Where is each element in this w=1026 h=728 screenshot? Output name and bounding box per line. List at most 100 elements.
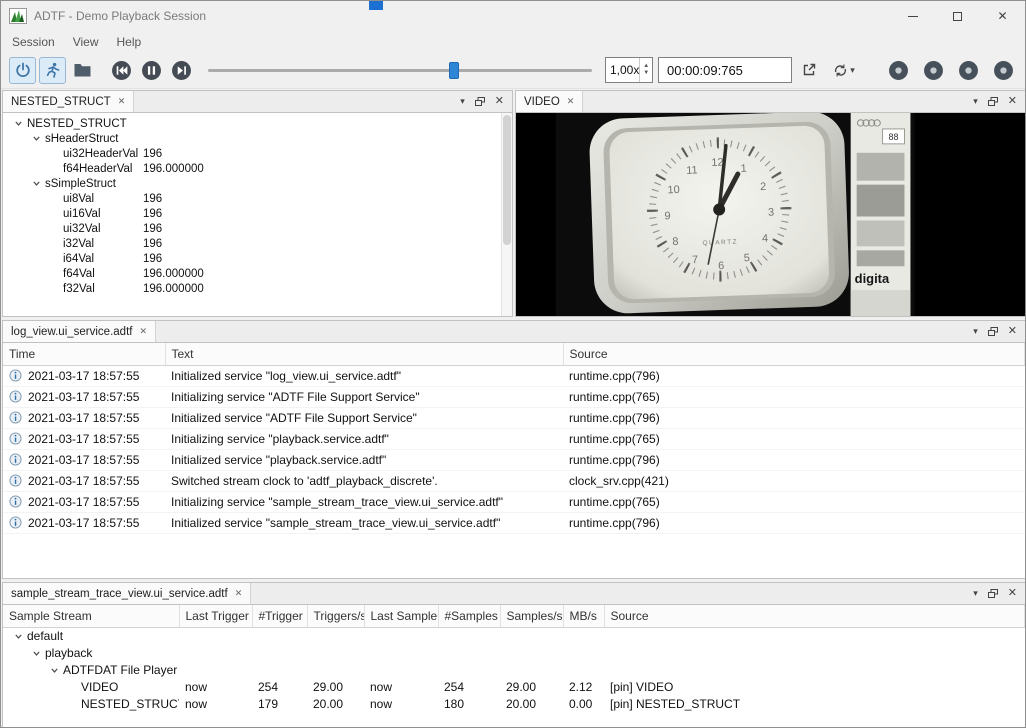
panel-menu-caret-icon[interactable]: ▾	[973, 589, 978, 598]
spin-up-icon[interactable]: ▲	[643, 63, 649, 70]
trace-row[interactable]: VIDEO now 254 29.00 now 254 29.00 2.12 […	[3, 679, 1025, 696]
jump-to-begin-button[interactable]	[108, 57, 135, 84]
round-marker-button-2[interactable]	[921, 58, 945, 82]
log-row[interactable]: 2021-03-17 18:57:55 Switched stream cloc…	[3, 470, 1025, 491]
menu-item[interactable]: View	[64, 31, 108, 52]
log-row[interactable]: 2021-03-17 18:57:55 Initialized service …	[3, 512, 1025, 533]
open-session-button[interactable]	[69, 57, 96, 84]
tab-close-icon[interactable]: ✕	[235, 589, 243, 598]
tree-row[interactable]: i64Val 196	[3, 251, 501, 266]
tree-row[interactable]: f32Val 196.000000	[3, 281, 501, 296]
float-panel-icon[interactable]	[475, 97, 485, 106]
column-header-last-trigger[interactable]: Last Trigger	[179, 605, 252, 627]
column-header-triggers-per-s[interactable]: Triggers/s	[307, 605, 364, 627]
trace-table: Sample Stream Last Trigger #Trigger Trig…	[3, 605, 1025, 713]
playback-slider[interactable]	[208, 57, 592, 84]
chevron-down-icon[interactable]	[11, 119, 25, 128]
log-row[interactable]: 2021-03-17 18:57:55 Initializing service…	[3, 491, 1025, 512]
tree-row[interactable]: NESTED_STRUCT	[3, 116, 501, 131]
log-row[interactable]: 2021-03-17 18:57:55 Initializing service…	[3, 428, 1025, 449]
loop-dropdown-caret[interactable]: ▾	[850, 65, 855, 76]
float-panel-icon[interactable]	[988, 97, 998, 106]
panel-menu-caret-icon[interactable]: ▾	[973, 327, 978, 336]
maximize-button[interactable]	[935, 1, 980, 31]
column-header-samples-per-s[interactable]: Samples/s	[500, 605, 563, 627]
tab-close-icon[interactable]: ✕	[139, 327, 147, 336]
menu-item[interactable]: Help	[108, 31, 151, 52]
time-display[interactable]: 00:00:09:765	[658, 57, 792, 83]
detach-button[interactable]	[795, 57, 822, 84]
tab-nested-struct[interactable]: NESTED_STRUCT ✕	[3, 91, 134, 112]
cell-mb-per-s	[563, 627, 604, 645]
pause-button[interactable]	[138, 57, 165, 84]
trace-row[interactable]: default	[3, 627, 1025, 645]
column-header-time[interactable]: Time	[3, 343, 165, 365]
slider-track[interactable]	[208, 69, 592, 72]
spin-down-icon[interactable]: ▼	[643, 70, 649, 77]
minimize-button[interactable]	[890, 1, 935, 31]
jump-to-end-button[interactable]	[168, 57, 195, 84]
panel-close-icon[interactable]: ✕	[1008, 96, 1017, 107]
run-toggle-button[interactable]	[39, 57, 66, 84]
panel-menu-caret-icon[interactable]: ▾	[973, 97, 978, 106]
speed-spin-arrows[interactable]: ▲ ▼	[639, 58, 652, 82]
tree-row[interactable]: i32Val 196	[3, 236, 501, 251]
tree-row[interactable]: ui32Val 196	[3, 221, 501, 236]
column-header-sample-count[interactable]: #Samples	[438, 605, 500, 627]
column-header-trigger-count[interactable]: #Trigger	[252, 605, 307, 627]
float-panel-icon[interactable]	[988, 327, 998, 336]
tree-row[interactable]: f64HeaderVal 196.000000	[3, 161, 501, 176]
tab-trace-view[interactable]: sample_stream_trace_view.ui_service.adtf…	[3, 583, 251, 604]
tree-row[interactable]: ui32HeaderVal 196	[3, 146, 501, 161]
chevron-down-icon[interactable]	[11, 632, 25, 641]
tree-row[interactable]: sSimpleStruct	[3, 176, 501, 191]
tab-video[interactable]: VIDEO ✕	[516, 91, 583, 112]
speed-spinbox[interactable]: 1,00x ▲ ▼	[605, 57, 653, 83]
log-row[interactable]: 2021-03-17 18:57:55 Initializing service…	[3, 386, 1025, 407]
column-header-text[interactable]: Text	[165, 343, 563, 365]
tab-close-icon[interactable]: ✕	[567, 97, 575, 106]
panel-menu-caret-icon[interactable]: ▾	[460, 97, 465, 106]
round-marker-button-4[interactable]	[991, 58, 1015, 82]
marker-icon	[923, 60, 944, 81]
chevron-down-icon[interactable]	[47, 666, 61, 675]
trace-row[interactable]: NESTED_STRUCT now 179 20.00 now 180 20.0…	[3, 696, 1025, 713]
panel-close-icon[interactable]: ✕	[1008, 588, 1017, 599]
trace-row[interactable]: ADTFDAT File Player	[3, 662, 1025, 679]
tree-row[interactable]: sHeaderStruct	[3, 131, 501, 146]
column-header-last-sample[interactable]: Last Sample	[364, 605, 438, 627]
column-header-sample-stream[interactable]: Sample Stream	[3, 605, 179, 627]
tab-label: NESTED_STRUCT	[11, 96, 111, 108]
trace-row[interactable]: playback	[3, 645, 1025, 662]
scrollbar-thumb[interactable]	[503, 115, 511, 245]
column-header-source[interactable]: Source	[604, 605, 1025, 627]
tree-row[interactable]: ui8Val 196	[3, 191, 501, 206]
cell-source	[604, 645, 1025, 662]
loop-button[interactable]: ▾	[825, 57, 863, 84]
tree-row[interactable]: ui16Val 196	[3, 206, 501, 221]
menu-item[interactable]: Session	[3, 31, 64, 52]
column-header-mb-per-s[interactable]: MB/s	[563, 605, 604, 627]
tab-close-icon[interactable]: ✕	[118, 97, 126, 106]
float-panel-icon[interactable]	[988, 589, 998, 598]
round-marker-button-3[interactable]	[956, 58, 980, 82]
log-row[interactable]: 2021-03-17 18:57:55 Initialized service …	[3, 365, 1025, 386]
tab-log-view[interactable]: log_view.ui_service.adtf ✕	[3, 321, 156, 342]
tab-label: sample_stream_trace_view.ui_service.adtf	[11, 588, 228, 600]
chevron-down-icon[interactable]	[29, 649, 43, 658]
panel-close-icon[interactable]: ✕	[1008, 326, 1017, 337]
vertical-scrollbar[interactable]	[501, 113, 512, 316]
chevron-down-icon[interactable]	[29, 134, 43, 143]
slider-handle[interactable]	[449, 62, 459, 79]
log-row[interactable]: 2021-03-17 18:57:55 Initialized service …	[3, 449, 1025, 470]
tree-row-label: f32Val	[63, 283, 95, 295]
power-toggle-button[interactable]	[9, 57, 36, 84]
column-header-source[interactable]: Source	[563, 343, 1025, 365]
round-marker-button-1[interactable]	[886, 58, 910, 82]
chevron-down-icon[interactable]	[29, 179, 43, 188]
close-button[interactable]: ✕	[980, 1, 1025, 31]
panel-close-icon[interactable]: ✕	[495, 96, 504, 107]
tree-row[interactable]: f64Val 196.000000	[3, 266, 501, 281]
log-row[interactable]: 2021-03-17 18:57:55 Initialized service …	[3, 407, 1025, 428]
log-table: Time Text Source	[3, 343, 1025, 534]
